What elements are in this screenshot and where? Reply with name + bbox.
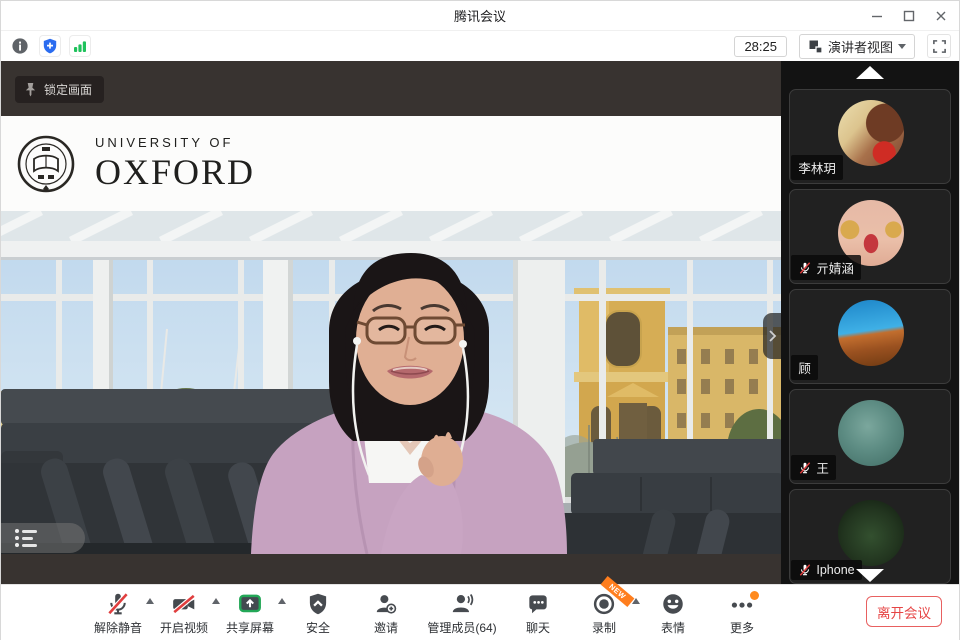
logo-line-1: UNIVERSITY OF [95, 135, 255, 150]
pin-icon [24, 82, 37, 97]
logo-line-2: OXFORD [95, 151, 255, 193]
close-icon [934, 9, 948, 23]
chat-button[interactable]: 聊天 [505, 587, 571, 639]
unmute-button[interactable]: 解除静音 [85, 587, 151, 639]
fullscreen-button[interactable] [927, 34, 951, 58]
participants-sidebar: 李林玥 亓婧涵 [781, 61, 959, 584]
security-shield-icon [305, 591, 331, 617]
chevron-down-icon [898, 44, 906, 49]
fullscreen-icon [932, 39, 947, 54]
emoji-button[interactable]: 表情 [637, 587, 709, 639]
invite-label: 邀请 [374, 619, 398, 636]
layout-view-icon [808, 39, 823, 54]
chat-label: 聊天 [526, 619, 550, 636]
lock-view-label: 锁定画面 [44, 81, 92, 98]
participant-name: 顾 [798, 358, 811, 377]
notification-dot [750, 591, 759, 600]
participant-name: 李林玥 [798, 158, 836, 177]
participant-tiles: 李林玥 亓婧涵 [789, 89, 951, 589]
invite-person-icon [373, 591, 399, 617]
signal-bars-icon [72, 38, 88, 54]
participant-tile[interactable]: 王 [789, 389, 951, 484]
participant-tile[interactable]: 顾 [789, 289, 951, 384]
oxford-crest-logo [15, 133, 77, 195]
view-mode-button[interactable]: 演讲者视图 [799, 34, 915, 59]
window-title: 腾讯会议 [454, 6, 506, 25]
video-content-banner: UNIVERSITY OF OXFORD [1, 116, 781, 211]
title-bar: 腾讯会议 [1, 1, 959, 31]
maximize-icon [902, 9, 916, 23]
mic-muted-icon [105, 591, 131, 617]
caption-toggle-button[interactable] [1, 523, 85, 553]
info-icon [11, 37, 29, 55]
network-signal-button[interactable] [69, 35, 91, 57]
mic-muted-icon [798, 461, 812, 475]
avatar [838, 400, 904, 466]
participant-name-tag: 李林玥 [791, 155, 843, 180]
avatar [838, 300, 904, 366]
manage-members-button[interactable]: 管理成员(64) [419, 587, 505, 639]
lock-view-button[interactable]: 锁定画面 [15, 76, 104, 103]
meeting-timer: 28:25 [734, 36, 787, 57]
more-button[interactable]: 更多 [709, 587, 775, 639]
window-controls [861, 1, 957, 31]
start-video-button[interactable]: 开启视频 [151, 587, 217, 639]
oxford-logo-text: UNIVERSITY OF OXFORD [95, 135, 255, 193]
participant-tile[interactable]: 李林玥 [789, 89, 951, 184]
mic-muted-icon [798, 261, 812, 275]
participant-name-tag: 亓婧涵 [791, 255, 861, 280]
shield-plus-icon [42, 38, 58, 54]
chevron-right-icon [767, 329, 777, 343]
participant-name-tag: Iphone [791, 560, 861, 580]
security-button[interactable]: 安全 [283, 587, 353, 639]
view-mode-label: 演讲者视图 [828, 37, 893, 56]
mic-muted-icon [798, 563, 812, 577]
status-icons [1, 35, 91, 57]
share-screen-button[interactable]: 共享屏幕 [217, 587, 283, 639]
topbar-right-controls: 28:25 演讲者视图 [734, 31, 951, 61]
avatar [838, 100, 904, 166]
app-window: 腾讯会议 [0, 0, 960, 640]
participant-name-tag: 顾 [791, 355, 818, 380]
emoji-label: 表情 [661, 619, 685, 636]
record-label: 录制 [592, 619, 616, 636]
invite-button[interactable]: 邀请 [353, 587, 419, 639]
meeting-info-button[interactable] [9, 35, 31, 57]
minimize-button[interactable] [861, 1, 893, 31]
close-button[interactable] [925, 1, 957, 31]
participant-name: 亓婧涵 [816, 258, 854, 277]
scroll-down-arrow[interactable] [856, 569, 884, 582]
security-label: 安全 [306, 619, 330, 636]
record-button[interactable]: NEW 录制 [571, 587, 637, 639]
more-label: 更多 [730, 619, 754, 636]
main-speaker-video: 锁定画面 UNIVERSITY OF OXFORD [1, 61, 781, 584]
avatar [838, 500, 904, 566]
participant-tile[interactable]: 亓婧涵 [789, 189, 951, 284]
camera-off-icon [171, 591, 197, 617]
members-icon [449, 591, 475, 617]
chat-bubble-icon [525, 591, 551, 617]
meeting-toolbar-top: 28:25 演讲者视图 [1, 31, 959, 61]
emoji-smiley-icon [660, 591, 686, 617]
start-video-label: 开启视频 [160, 619, 208, 636]
share-screen-icon [237, 591, 263, 617]
participant-name: Iphone [816, 563, 854, 577]
share-screen-label: 共享屏幕 [226, 619, 274, 636]
caption-list-icon [15, 529, 85, 533]
speaker-video-scene [1, 211, 781, 554]
scroll-up-arrow[interactable] [856, 66, 884, 79]
sidebar-collapse-handle[interactable] [763, 313, 781, 359]
meeting-controls-bar: 解除静音 开启视频 共享屏幕 安全 [1, 584, 959, 640]
minimize-icon [870, 9, 884, 23]
security-status-button[interactable] [39, 35, 61, 57]
participant-name: 王 [816, 458, 829, 477]
leave-meeting-button[interactable]: 离开会议 [866, 596, 942, 627]
maximize-button[interactable] [893, 1, 925, 31]
participant-name-tag: 王 [791, 455, 836, 480]
manage-members-label: 管理成员(64) [427, 619, 496, 636]
unmute-label: 解除静音 [94, 619, 142, 636]
